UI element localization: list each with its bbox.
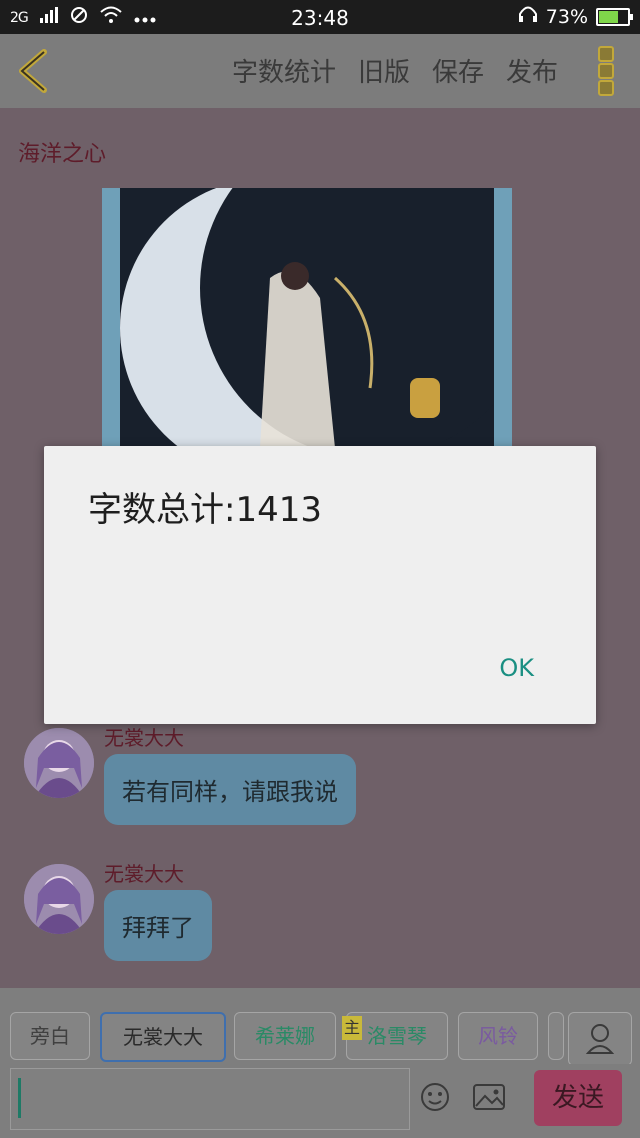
status-bar: 2G 23:48 73% xyxy=(0,0,640,34)
image-button[interactable] xyxy=(472,1082,506,1112)
battery-icon xyxy=(596,7,633,26)
overflow-menu-button[interactable] xyxy=(598,46,614,96)
send-button[interactable]: 发送 xyxy=(534,1070,622,1126)
character-selector: 旁白 无裳大大 希莱娜 洛雪琴 风铃 xyxy=(0,988,640,1064)
avatar[interactable] xyxy=(24,728,94,798)
character-chip-narrator[interactable]: 旁白 xyxy=(10,1012,90,1060)
old-version-button[interactable]: 旧版 xyxy=(358,52,410,89)
emoji-icon xyxy=(421,1083,449,1111)
chevron-left-icon xyxy=(19,49,47,93)
character-chip[interactable]: 风铃 xyxy=(458,1012,538,1060)
main-character-tag: 主 xyxy=(342,1016,362,1040)
sender-name: 无裳大大 xyxy=(104,862,184,886)
menu-dot-icon xyxy=(598,46,614,62)
headphones-icon xyxy=(518,5,538,28)
menu-dot-icon xyxy=(598,63,614,79)
word-count-button[interactable]: 字数统计 xyxy=(232,52,336,89)
editor-toolbar: 字数统计 旧版 保存 发布 xyxy=(0,34,640,108)
add-character-button[interactable] xyxy=(568,1012,632,1066)
message-bubble[interactable]: 若有同样，请跟我说 xyxy=(104,754,356,825)
save-button[interactable]: 保存 xyxy=(432,52,484,89)
avatar[interactable] xyxy=(24,864,94,934)
publish-button[interactable]: 发布 xyxy=(506,52,558,89)
image-icon xyxy=(473,1084,505,1110)
back-button[interactable] xyxy=(14,48,54,94)
ok-button[interactable]: OK xyxy=(499,654,534,682)
text-cursor xyxy=(18,1078,21,1118)
story-title: 海洋之心 xyxy=(18,142,107,167)
status-right: 73% xyxy=(518,5,633,28)
dialog-message: 字数总计:1413 xyxy=(88,490,322,530)
sender-name: 无裳大大 xyxy=(104,726,184,750)
user-icon xyxy=(585,1024,615,1054)
toolbar-actions: 字数统计 旧版 保存 发布 xyxy=(232,52,558,89)
story-cover-image[interactable] xyxy=(102,188,512,448)
emoji-button[interactable] xyxy=(420,1082,450,1112)
word-count-dialog: 字数总计:1413 OK xyxy=(44,446,596,724)
message-bubble[interactable]: 拜拜了 xyxy=(104,890,212,961)
message-input[interactable] xyxy=(10,1068,410,1130)
menu-dot-icon xyxy=(598,80,614,96)
character-chip-partial[interactable] xyxy=(548,1012,564,1060)
character-chip[interactable]: 希莱娜 xyxy=(234,1012,336,1060)
message-input-bar: 发送 xyxy=(0,1064,640,1138)
cover-illustration xyxy=(120,188,494,448)
battery-percent: 73% xyxy=(545,5,588,28)
battery-fill xyxy=(599,10,618,23)
character-chip-selected[interactable]: 无裳大大 xyxy=(100,1012,226,1062)
